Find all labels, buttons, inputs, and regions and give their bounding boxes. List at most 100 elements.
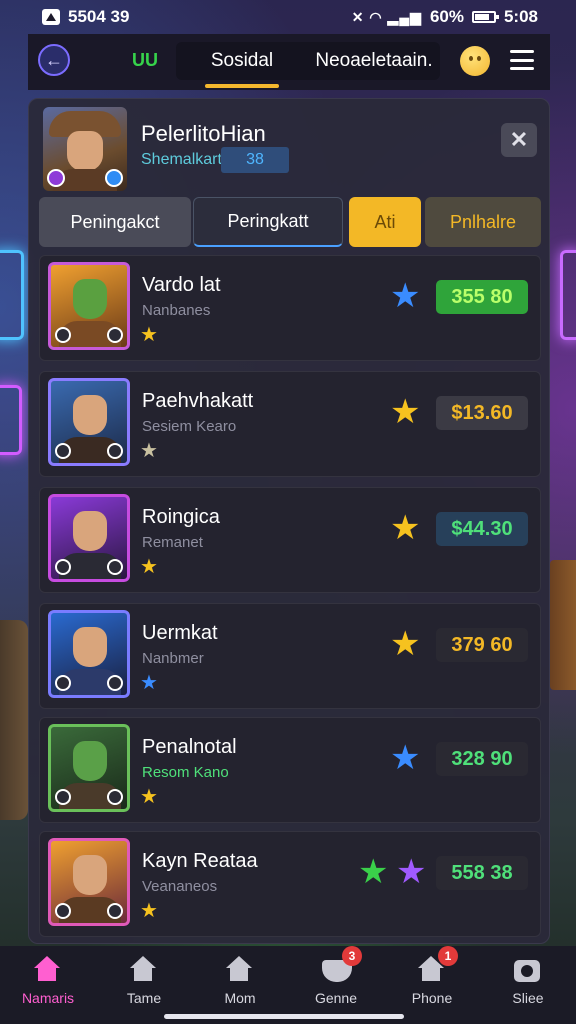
price-badge[interactable]: 379 60: [436, 628, 528, 662]
leaderboard-row[interactable]: Paehvhakatt Sesiem Kearo ★ ★ $13.60: [39, 371, 541, 477]
faction-badge-icon: [107, 903, 123, 919]
character-name: Vardo lat: [142, 274, 221, 296]
purple-star-icon: ★: [396, 853, 427, 891]
price-badge[interactable]: 328 90: [436, 742, 528, 776]
faction-badge-icon: [107, 675, 123, 691]
player-profile: PelerlitoHian Shemalkart 38 ✕: [43, 107, 537, 193]
filter-tab-4[interactable]: Pnlhalre: [425, 197, 541, 247]
bottom-nav-item[interactable]: 3 Genne: [288, 946, 384, 1024]
neon-sign-left: [0, 250, 24, 340]
character-name: Roingica: [142, 506, 220, 528]
tier-star-icon: ★: [390, 277, 421, 315]
player-subtitle: Shemalkart: [141, 151, 222, 168]
tab-social[interactable]: Sosidal: [176, 42, 308, 88]
player-avatar[interactable]: [43, 107, 127, 191]
character-avatar[interactable]: [48, 610, 130, 698]
character-avatar[interactable]: [48, 838, 130, 926]
leaderboard-row[interactable]: Kayn Reataa Veananeos ★ ★ ★ 558 38: [39, 831, 541, 937]
bottom-nav-item[interactable]: Mom: [192, 946, 288, 1024]
tab-second[interactable]: Neoaeletaain.: [308, 42, 440, 80]
hamburger-menu-icon[interactable]: [510, 50, 534, 70]
class-badge-icon: [55, 903, 71, 919]
character-avatar[interactable]: [48, 494, 130, 582]
filter-tab-2[interactable]: Peringkatt: [193, 197, 343, 247]
price-badge[interactable]: $13.60: [436, 396, 528, 430]
signal-wifi-icons: ✕ ◠ ▂▄▆: [351, 8, 422, 25]
status-bar: 5504 39 ✕ ◠ ▂▄▆ 60% 5:08: [0, 0, 576, 34]
notification-badge: 1: [438, 946, 458, 966]
rarity-star-icon: ★: [140, 324, 158, 346]
bottom-nav-label: Tame: [126, 990, 162, 1006]
leaderboard-row[interactable]: Penalnotal Resom Kano ★ ★ 328 90: [39, 717, 541, 823]
bottom-nav-label: Sliee: [512, 990, 544, 1006]
leaderboard-row[interactable]: Roingica Remanet ★ ★ $44.30: [39, 487, 541, 593]
character-avatar[interactable]: [48, 262, 130, 350]
neon-sign-right: [560, 250, 576, 340]
class-badge-icon: [55, 443, 71, 459]
leaderboard-row[interactable]: Vardo lat Nanbanes ★ ★ 355 80: [39, 255, 541, 361]
class-badge-icon: [55, 789, 71, 805]
camera-icon: [514, 956, 542, 984]
bottom-nav-item[interactable]: 1 Phone: [384, 946, 480, 1024]
player-name: PelerlitoHian: [141, 121, 266, 146]
top-tabs: Sosidal Neoaeletaain.: [176, 42, 440, 88]
bottom-navigation: Namaris Tame Mom 3 Genne 1 Phone Sliee: [0, 946, 576, 1024]
app-notification-icon: [42, 9, 60, 25]
character-name: Kayn Reataa: [142, 850, 258, 872]
home-icon: [34, 956, 62, 984]
tier-star-icon: ★: [390, 625, 421, 663]
bottom-nav-label: Namaris: [21, 990, 75, 1006]
notification-badge: 3: [342, 946, 362, 966]
class-badge-icon: [55, 559, 71, 575]
character-avatar[interactable]: [48, 378, 130, 466]
character-avatar[interactable]: [48, 724, 130, 812]
rank-badge-icon: [47, 169, 65, 187]
class-badge-icon: [55, 327, 71, 343]
bottom-nav-item[interactable]: Namaris: [0, 946, 96, 1024]
rarity-star-icon: ★: [140, 786, 158, 808]
character-subtitle: Remanet: [142, 534, 203, 551]
back-arrow-icon: ←: [45, 49, 63, 70]
neon-sign-left-purple: [0, 385, 22, 455]
tier-star-icon: ★: [390, 509, 421, 547]
bottom-nav-label: Mom: [224, 990, 256, 1006]
house-icon: [226, 956, 254, 984]
close-button[interactable]: ✕: [501, 123, 537, 157]
status-clock: 5:08: [503, 7, 538, 26]
bottom-nav-item[interactable]: Sliee: [480, 946, 576, 1024]
price-badge[interactable]: 558 38: [436, 856, 528, 890]
home-indicator[interactable]: [164, 1014, 404, 1019]
character-subtitle: Sesiem Kearo: [142, 418, 237, 435]
faction-badge-icon: [107, 789, 123, 805]
leaderboard-row[interactable]: Uermkat Nanbmer ★ ★ 379 60: [39, 603, 541, 709]
filter-tabs: Peningakct Peringkatt Ati Pnlhalre: [39, 197, 541, 249]
emoji-icon[interactable]: [460, 46, 490, 76]
rarity-star-icon: ★: [140, 900, 158, 922]
level-badge-icon: [105, 169, 123, 187]
rarity-star-icon: ★: [140, 672, 158, 694]
tier-star-icon: ★: [390, 739, 421, 777]
character-name: Uermkat: [142, 622, 218, 644]
character-name: Penalnotal: [142, 736, 237, 758]
faction-badge-icon: [107, 559, 123, 575]
price-badge[interactable]: 355 80: [436, 280, 528, 314]
status-time: 5504 39: [68, 7, 130, 26]
faction-badge-icon: [107, 443, 123, 459]
character-subtitle: Nanbanes: [142, 302, 211, 319]
back-button[interactable]: ←: [38, 44, 70, 76]
uu-tab[interactable]: UU: [132, 50, 158, 71]
wooden-post-right: [550, 560, 576, 690]
class-badge-icon: [55, 675, 71, 691]
top-navigation: ← UU Sosidal Neoaeletaain.: [28, 34, 550, 90]
filter-tab-1[interactable]: Peningakct: [39, 197, 191, 247]
faction-badge-icon: [107, 327, 123, 343]
bottom-nav-label: Genne: [314, 990, 358, 1006]
building-icon: [130, 956, 158, 984]
character-subtitle: Resom Kano: [142, 764, 229, 781]
character-subtitle: Nanbmer: [142, 650, 204, 667]
bottom-nav-item[interactable]: Tame: [96, 946, 192, 1024]
filter-tab-all[interactable]: Ati: [349, 197, 421, 247]
battery-percent: 60%: [429, 7, 464, 26]
character-name: Paehvhakatt: [142, 390, 254, 412]
price-badge[interactable]: $44.30: [436, 512, 528, 546]
